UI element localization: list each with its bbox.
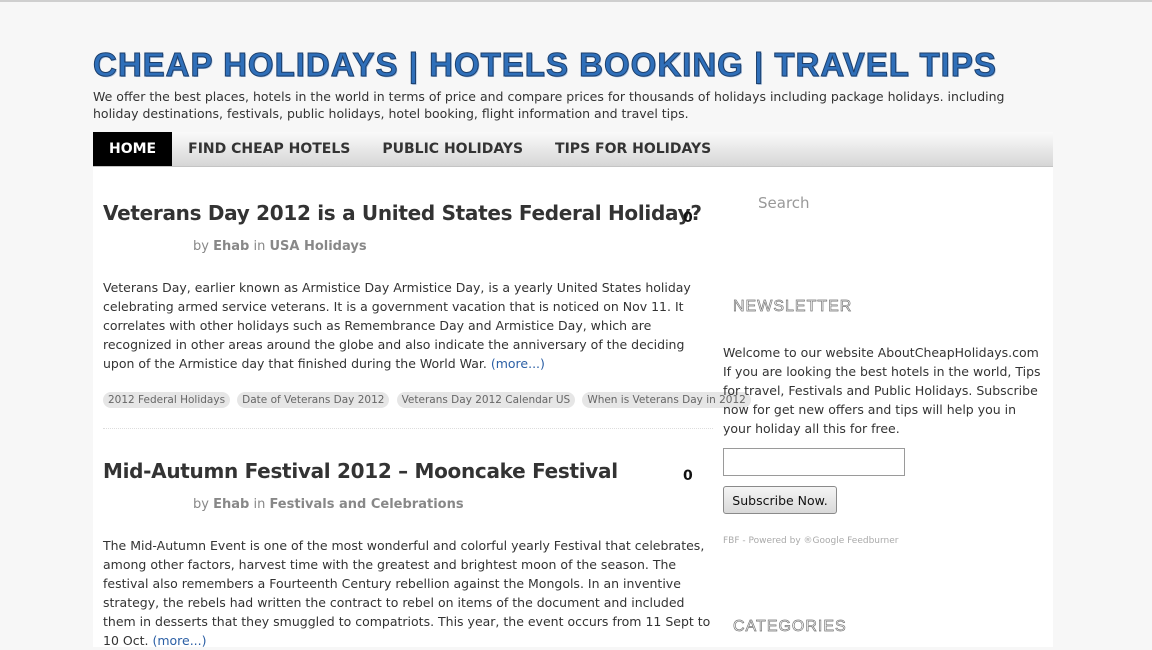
tag-link[interactable]: 2012 Federal Holidays <box>103 392 231 408</box>
post-meta: by Ehab in USA Holidays <box>193 239 367 254</box>
post-author[interactable]: Ehab <box>213 239 249 254</box>
in-label: in <box>253 497 266 512</box>
post-title[interactable]: Veterans Day 2012 is a United States Fed… <box>103 201 702 225</box>
read-more-link[interactable]: (more...) <box>491 356 545 371</box>
in-label: in <box>253 239 266 254</box>
tag-link[interactable]: Veterans Day 2012 Calendar US <box>396 392 576 408</box>
newsletter-title: NEWSLETTER <box>733 298 853 316</box>
post-tags: 2012 Federal Holidays Date of Veterans D… <box>103 388 753 408</box>
post-excerpt: Veterans Day, earlier known as Armistice… <box>103 278 713 373</box>
post-category[interactable]: Festivals and Celebrations <box>269 497 463 512</box>
nav-public-holidays[interactable]: PUBLIC HOLIDAYS <box>366 132 539 166</box>
excerpt-text: The Mid-Autumn Event is one of the most … <box>103 538 711 648</box>
search-input[interactable] <box>748 191 948 215</box>
read-more-link[interactable]: (more...) <box>152 633 206 648</box>
content-area: Veterans Day 2012 is a United States Fed… <box>93 167 1053 650</box>
site-title[interactable]: CHEAP HOLIDAYS | HOTELS BOOKING | TRAVEL… <box>93 46 997 84</box>
excerpt-text: Veterans Day, earlier known as Armistice… <box>103 280 691 371</box>
tag-link[interactable]: Date of Veterans Day 2012 <box>237 392 390 408</box>
feedburner-credit[interactable]: FBF - Powered by ®Google Feedburner <box>723 536 899 546</box>
main-nav: HOME FIND CHEAP HOTELS PUBLIC HOLIDAYS T… <box>93 132 1053 167</box>
post-author[interactable]: Ehab <box>213 497 249 512</box>
site-description: We offer the best places, hotels in the … <box>93 89 1005 121</box>
post-category[interactable]: USA Holidays <box>269 239 366 254</box>
nav-home[interactable]: HOME <box>93 132 173 166</box>
post-divider <box>103 428 713 429</box>
post-excerpt: The Mid-Autumn Event is one of the most … <box>103 536 713 650</box>
newsletter-email-field[interactable] <box>723 448 905 476</box>
subscribe-button[interactable]: Subscribe Now. <box>723 486 837 514</box>
comment-count[interactable]: 0 <box>683 210 693 226</box>
comment-count[interactable]: 0 <box>683 468 693 484</box>
by-label: by <box>193 497 209 512</box>
by-label: by <box>193 239 209 254</box>
post-title[interactable]: Mid-Autumn Festival 2012 – Mooncake Fest… <box>103 459 618 483</box>
categories-title: CATEGORIES <box>733 618 847 636</box>
post-meta: by Ehab in Festivals and Celebrations <box>193 497 464 512</box>
nav-tips-for-holidays[interactable]: TIPS FOR HOLIDAYS <box>539 132 727 166</box>
nav-find-cheap-hotels[interactable]: FIND CHEAP HOTELS <box>172 132 366 166</box>
newsletter-text: Welcome to our website AboutCheapHoliday… <box>723 345 1041 436</box>
